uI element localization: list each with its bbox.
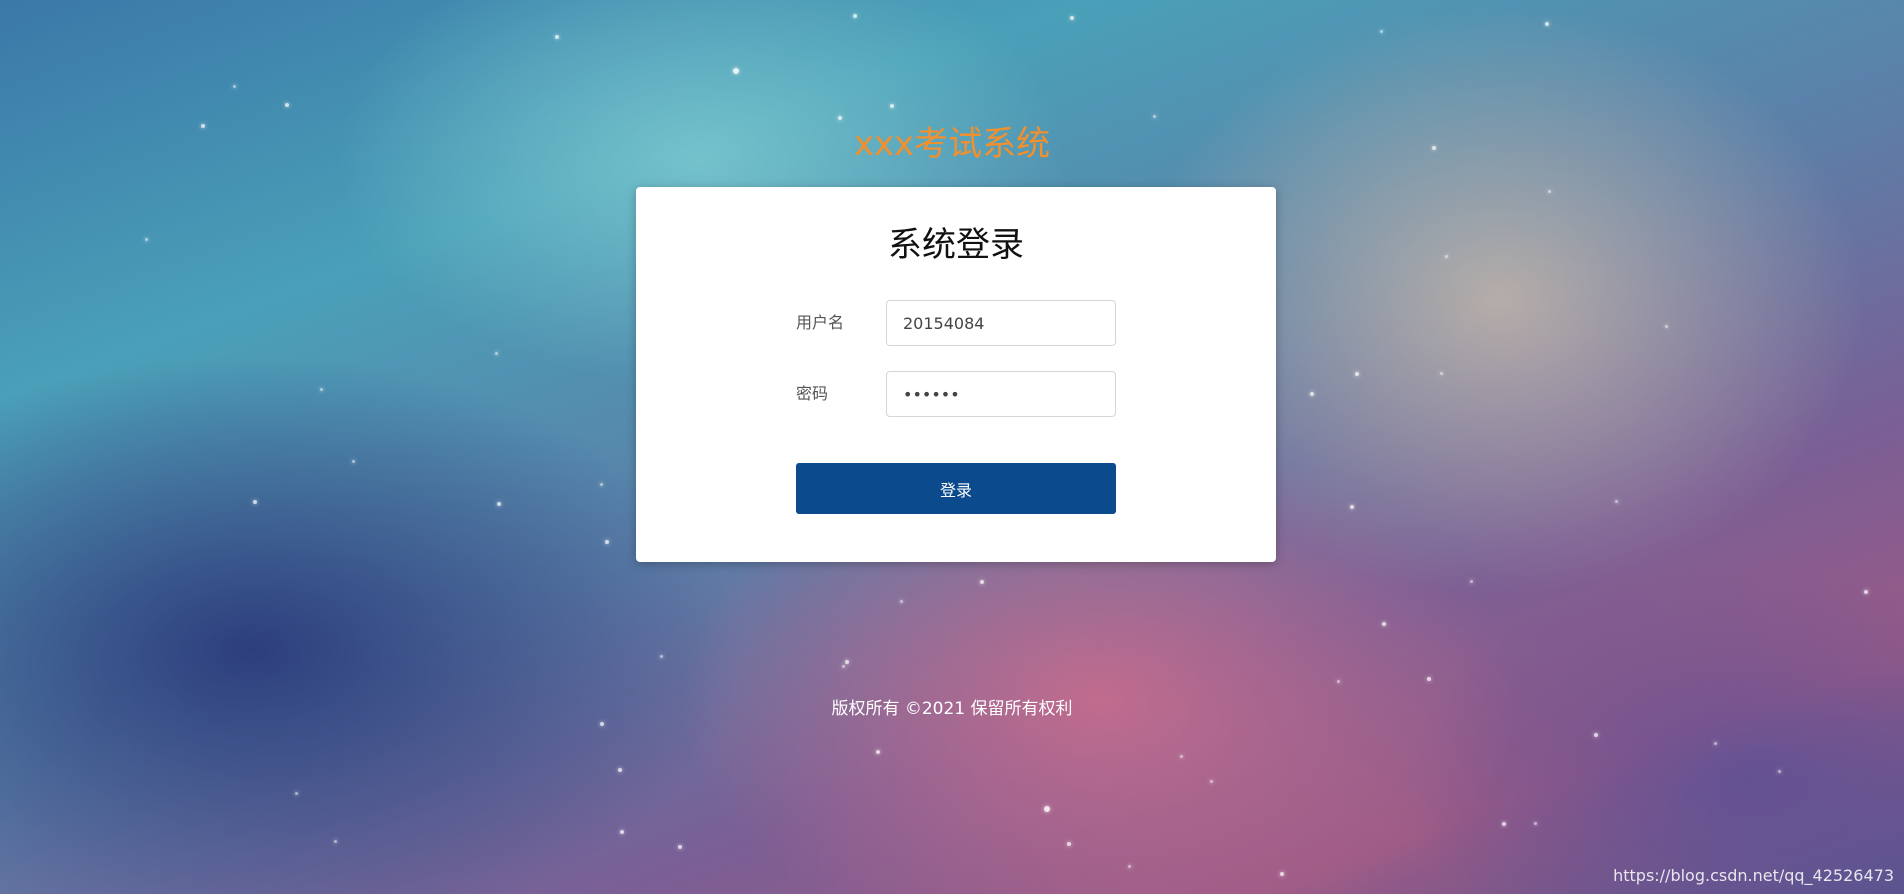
star — [605, 540, 609, 544]
username-label: 用户名 — [796, 313, 845, 332]
star — [1440, 372, 1443, 375]
star — [1594, 733, 1598, 737]
star — [555, 35, 559, 39]
star — [295, 792, 298, 795]
star — [900, 600, 903, 603]
star — [1350, 505, 1354, 509]
star — [660, 655, 663, 658]
star — [1380, 30, 1383, 33]
star — [1153, 115, 1156, 118]
star — [838, 116, 842, 120]
star — [1665, 325, 1668, 328]
star — [876, 750, 880, 754]
login-button[interactable]: 登录 — [796, 463, 1116, 514]
star — [1310, 392, 1314, 396]
star — [733, 68, 739, 74]
star — [1864, 590, 1868, 594]
star — [1502, 822, 1506, 826]
star — [1280, 872, 1284, 876]
star — [1778, 770, 1781, 773]
star — [233, 85, 236, 88]
star — [334, 840, 337, 843]
watermark-url: https://blog.csdn.net/qq_42526473 — [1613, 866, 1894, 885]
star — [1067, 842, 1071, 846]
username-input[interactable] — [886, 300, 1116, 346]
star — [600, 483, 603, 486]
star — [1044, 806, 1050, 812]
star — [145, 238, 148, 241]
star — [853, 14, 857, 18]
login-card: 系统登录 用户名 密码 登录 — [636, 187, 1276, 562]
star — [620, 830, 624, 834]
star — [618, 768, 622, 772]
password-row: 密码 — [796, 371, 1116, 417]
password-label: 密码 — [796, 384, 829, 403]
star — [253, 500, 257, 504]
password-input[interactable] — [886, 371, 1116, 417]
login-title: 系统登录 — [888, 225, 1024, 265]
username-row: 用户名 — [796, 300, 1116, 346]
star — [845, 660, 849, 664]
star — [1180, 755, 1183, 758]
star — [890, 104, 894, 108]
star — [285, 103, 289, 107]
star — [980, 580, 984, 584]
star — [1615, 500, 1618, 503]
star — [1534, 822, 1537, 825]
star — [1545, 22, 1549, 26]
star — [678, 845, 682, 849]
star — [495, 352, 498, 355]
star — [600, 722, 604, 726]
star — [1070, 16, 1074, 20]
star — [1470, 580, 1473, 583]
star — [497, 502, 501, 506]
star — [842, 665, 845, 668]
star — [1714, 742, 1717, 745]
star — [352, 460, 355, 463]
star — [1337, 680, 1340, 683]
star — [1445, 255, 1448, 258]
star — [1382, 622, 1386, 626]
star — [320, 388, 323, 391]
app-title: xxx考试系统 — [853, 124, 1051, 164]
star — [1128, 865, 1131, 868]
star — [1548, 190, 1551, 193]
star — [1427, 677, 1431, 681]
star — [1210, 780, 1213, 783]
copyright-text: 版权所有 ©2021 保留所有权利 — [831, 699, 1073, 719]
star — [1355, 372, 1359, 376]
